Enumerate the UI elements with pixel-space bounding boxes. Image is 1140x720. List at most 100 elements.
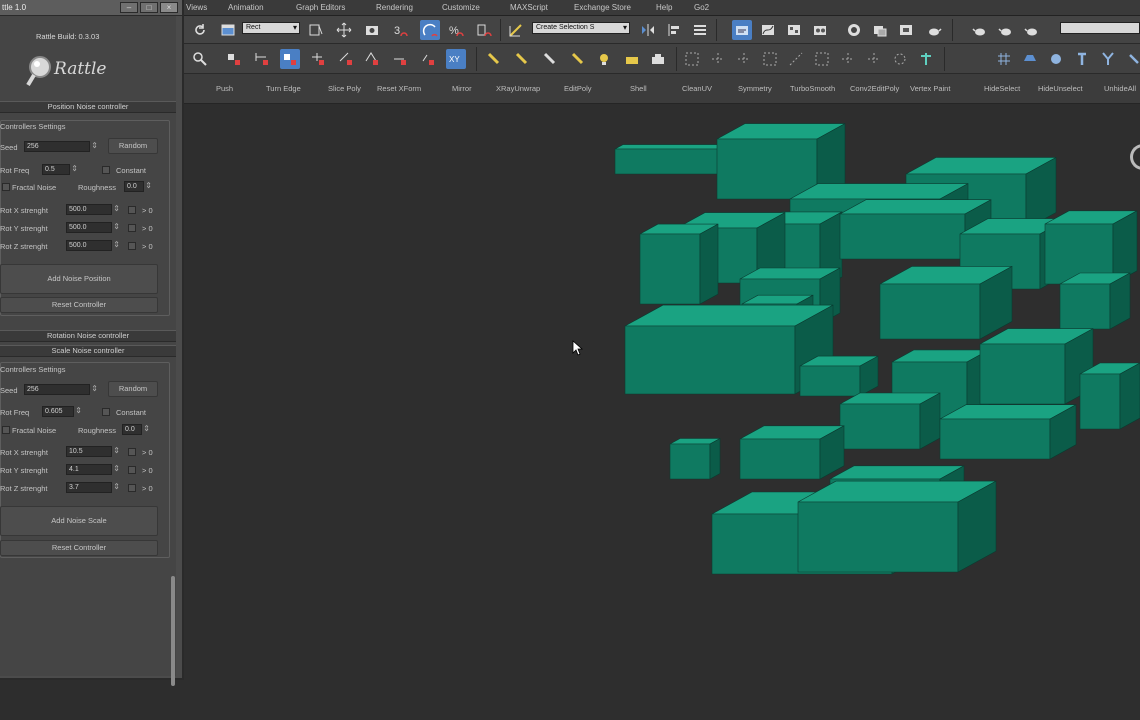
position-y-checkbox[interactable] [128,224,136,232]
scene-box[interactable] [799,355,879,397]
angle-snap-icon[interactable] [420,20,440,40]
light-icon-2[interactable] [512,49,532,69]
hammer-icon[interactable] [1072,49,1092,69]
scene-box[interactable] [1079,362,1140,430]
material-editor-icon[interactable] [810,20,830,40]
zoom-icon[interactable] [190,49,210,69]
position-z-checkbox[interactable] [128,242,136,250]
teapot-icon-2[interactable] [996,20,1016,40]
position-x-field[interactable]: 500.0 [66,204,120,215]
light-icon-1[interactable] [484,49,504,69]
snap-icon-4[interactable] [308,49,328,69]
layer-manager-icon[interactable] [690,20,710,40]
cmd-cleanuv[interactable]: CleanUV [682,84,712,93]
position-random-button[interactable]: Random [108,138,158,154]
search-input[interactable] [1060,22,1140,34]
render-production-icon[interactable] [896,20,916,40]
vertex-tool-icon-8[interactable] [864,49,884,69]
minimize-icon[interactable]: – [120,2,138,13]
scale-roughness-field[interactable]: 0.0 [122,424,150,435]
named-selection-dropdown[interactable]: Create Selection S [532,22,630,34]
wrench-icon[interactable] [1124,49,1140,69]
menu-maxscript[interactable]: MAXScript [510,3,548,12]
move-icon[interactable] [334,20,354,40]
sphere-icon[interactable] [1046,49,1066,69]
cmd-vertex-paint[interactable]: Vertex Paint [910,84,950,93]
position-reset-button[interactable]: Reset Controller [0,297,158,313]
teapot-icon-1[interactable] [970,20,990,40]
cmd-slice-poly[interactable]: Slice Poly [328,84,361,93]
scale-fractal-checkbox[interactable] [2,426,10,434]
vertex-tool-icon-1[interactable] [682,49,702,69]
select-window-icon[interactable] [218,20,238,40]
menu-customize[interactable]: Customize [442,3,480,12]
cmd-xrayunwrap[interactable]: XRayUnwrap [496,84,540,93]
scene-box[interactable] [639,223,719,305]
scale-header[interactable]: Scale Noise controller [0,345,176,357]
position-x-checkbox[interactable] [128,206,136,214]
scale-seed-field[interactable]: 256 [24,384,98,395]
cmd-reset-xform[interactable]: Reset XForm [377,84,421,93]
light-icon-4[interactable] [568,49,588,69]
scene-explorer-icon[interactable] [732,20,752,40]
scene-box[interactable] [839,392,941,450]
position-rotfreq-field[interactable]: 0.5 [42,164,78,175]
schematic-view-icon[interactable] [784,20,804,40]
light-icon-3[interactable] [540,49,560,69]
plugin-icon[interactable] [916,49,936,69]
position-z-field[interactable]: 500.0 [66,240,120,251]
mirror-icon[interactable] [638,20,658,40]
snap-icon-1[interactable] [224,49,244,69]
snap-icon-5[interactable] [336,49,356,69]
vertex-tool-icon-9[interactable] [890,49,910,69]
fork-icon[interactable] [1098,49,1118,69]
perspective-viewport[interactable] [180,104,1140,720]
menu-rendering[interactable]: Rendering [376,3,413,12]
panel-titlebar[interactable]: ttle 1.0 – □ × [0,0,182,16]
scene-box[interactable] [739,425,845,480]
hat-icon[interactable] [1020,49,1040,69]
percent-snap-icon[interactable]: % [446,20,466,40]
scene-box[interactable] [669,437,721,480]
scale-x-field[interactable]: 10.5 [66,446,120,457]
close-icon[interactable]: × [160,2,178,13]
cmd-symmetry[interactable]: Symmetry [738,84,772,93]
scene-box[interactable] [939,404,1077,460]
add-noise-position-button[interactable]: Add Noise Position [0,264,158,294]
panel-scrollbar[interactable] [171,576,175,686]
add-noise-scale-button[interactable]: Add Noise Scale [0,506,158,536]
menu-go2[interactable]: Go2 [694,3,709,12]
snap-3-icon[interactable]: 3 [390,20,410,40]
cmd-mirror[interactable]: Mirror [452,84,472,93]
select-object-icon[interactable] [306,20,326,40]
scene-box[interactable] [979,328,1094,405]
scene-box[interactable] [797,480,997,573]
vertex-tool-icon-2[interactable] [708,49,728,69]
menu-views[interactable]: Views [186,3,207,12]
scale-y-checkbox[interactable] [128,466,136,474]
curve-editor-icon[interactable] [758,20,778,40]
vertex-tool-icon-5[interactable] [786,49,806,69]
render-setup-icon[interactable] [844,20,864,40]
vertex-tool-icon-7[interactable] [838,49,858,69]
scale-rotfreq-field[interactable]: 0.605 [42,406,82,417]
scene-box[interactable] [879,265,1013,340]
menu-exchange-store[interactable]: Exchange Store [574,3,631,12]
vertex-tool-icon-3[interactable] [734,49,754,69]
position-header[interactable]: Position Noise controller [0,101,176,113]
xy-plane-icon[interactable]: XY [446,49,466,69]
cmd-turn-edge[interactable]: Turn Edge [266,84,301,93]
position-constant-checkbox[interactable] [102,166,110,174]
vertex-tool-icon-4[interactable] [760,49,780,69]
snap-icon-2[interactable] [252,49,272,69]
spinner-snap-icon[interactable] [474,20,494,40]
cmd-unhideall[interactable]: UnhideAll [1104,84,1136,93]
position-y-field[interactable]: 500.0 [66,222,120,233]
bulb-icon[interactable] [594,49,614,69]
rendered-frame-window-icon[interactable] [870,20,890,40]
position-seed-field[interactable]: 256 [24,141,98,152]
rotation-header[interactable]: Rotation Noise controller [0,330,176,342]
menu-graph-editors[interactable]: Graph Editors [296,3,345,12]
menu-help[interactable]: Help [656,3,672,12]
cmd-conv2editpoly[interactable]: Conv2EditPoly [850,84,899,93]
